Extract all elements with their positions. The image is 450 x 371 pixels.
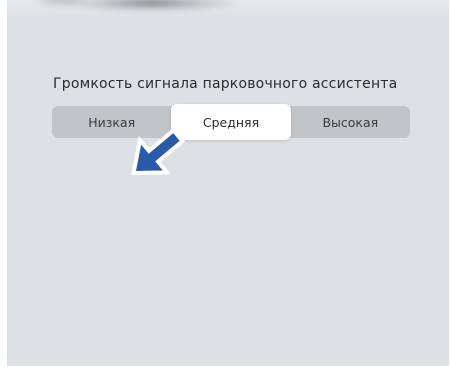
arrow-pointer-icon [131, 127, 186, 176]
volume-option-label: Средняя [202, 114, 260, 130]
blurred-shape [67, 0, 237, 12]
page: Громкость сигнала парковочного ассистент… [0, 0, 450, 371]
parking-assist-volume-label: Громкость сигнала парковочного ассистент… [53, 76, 398, 92]
top-blurred-header [7, 0, 449, 18]
arrow-pointer-shape [131, 127, 186, 176]
volume-option-medium[interactable]: Средняя [171, 104, 291, 140]
settings-screen: Громкость сигнала парковочного ассистент… [7, 0, 449, 366]
volume-option-high[interactable]: Высокая [291, 106, 410, 138]
volume-segmented-control[interactable]: Низкая Средняя Высокая [52, 104, 410, 140]
volume-option-label: Высокая [322, 114, 379, 130]
